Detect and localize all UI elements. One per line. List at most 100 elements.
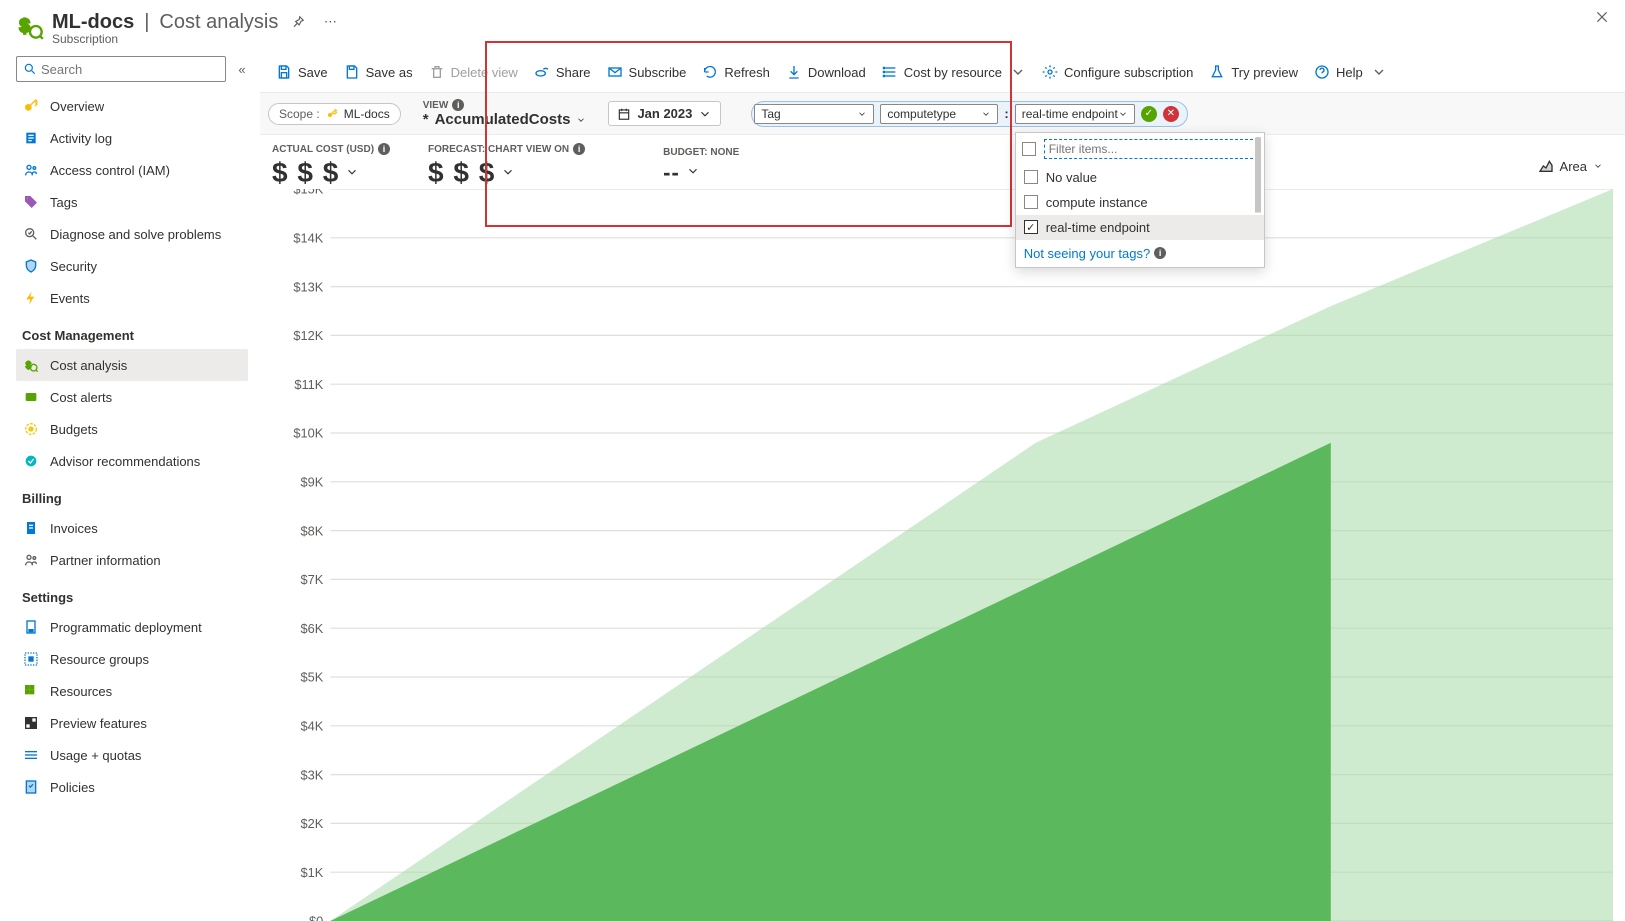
- actual-cost-label: ACTUAL COST (USD): [272, 144, 374, 155]
- invoice-icon: [22, 519, 40, 537]
- filter-key-select[interactable]: computetype: [880, 104, 998, 124]
- dropdown-item[interactable]: No value: [1016, 165, 1264, 190]
- sidebar-item[interactable]: $Cost analysis: [16, 349, 248, 381]
- svg-text:$11K: $11K: [294, 377, 323, 392]
- view-bar: Scope : ML-docs VIEWi *AccumulatedCosts …: [260, 92, 1625, 135]
- share-icon: [534, 64, 550, 80]
- page-title: Cost analysis: [159, 11, 278, 34]
- save-button[interactable]: Save: [268, 60, 336, 84]
- filter-value-select[interactable]: real-time endpoint: [1015, 104, 1135, 124]
- sidebar-item[interactable]: Resource groups: [16, 643, 248, 675]
- sidebar-item[interactable]: Access control (IAM): [16, 154, 248, 186]
- dropdown-scrollbar[interactable]: [1254, 137, 1262, 263]
- save-icon: [276, 64, 292, 80]
- sidebar-item-label: Advisor recommendations: [50, 454, 200, 469]
- filter-remove-icon[interactable]: ✕: [1163, 106, 1179, 122]
- info-icon: i: [1154, 247, 1166, 259]
- delete-view-button: Delete view: [421, 60, 526, 84]
- close-icon[interactable]: [1595, 10, 1609, 29]
- shield-icon: [22, 257, 40, 275]
- dropdown-item[interactable]: real-time endpoint: [1016, 215, 1264, 240]
- sidebar-item[interactable]: Usage + quotas: [16, 739, 248, 771]
- sidebar-item[interactable]: Resources: [16, 675, 248, 707]
- select-all-checkbox[interactable]: [1022, 142, 1036, 156]
- sidebar-item[interactable]: Activity log: [16, 122, 248, 154]
- scope-pill[interactable]: Scope : ML-docs: [268, 103, 401, 125]
- sidebar-item[interactable]: Diagnose and solve problems: [16, 218, 248, 250]
- sidebar-item[interactable]: Policies: [16, 771, 248, 803]
- budget-icon: [22, 420, 40, 438]
- share-button[interactable]: Share: [526, 60, 599, 84]
- info-icon[interactable]: i: [452, 99, 464, 111]
- checkbox[interactable]: [1024, 195, 1038, 209]
- more-icon[interactable]: ⋯: [318, 10, 342, 34]
- configure-subscription-button[interactable]: Configure subscription: [1034, 60, 1201, 84]
- refresh-icon: [702, 64, 718, 80]
- cost-analysis-logo-icon: $: [16, 12, 44, 40]
- chart-type-selector[interactable]: Area: [1538, 158, 1613, 174]
- deploy-icon: [22, 618, 40, 636]
- download-icon: [786, 64, 802, 80]
- sidebar-item[interactable]: Invoices: [16, 512, 248, 544]
- sidebar-item-label: Budgets: [50, 422, 98, 437]
- chevron-down-icon: [501, 165, 515, 179]
- sidebar-item-label: Cost analysis: [50, 358, 127, 373]
- sidebar-item[interactable]: $Cost alerts: [16, 381, 248, 413]
- svg-text:$12K: $12K: [293, 328, 323, 343]
- diag-icon: [22, 225, 40, 243]
- actual-cost-value[interactable]: $ $ $: [272, 157, 390, 189]
- sidebar-item[interactable]: Programmatic deployment: [16, 611, 248, 643]
- sidebar-item-label: Invoices: [50, 521, 98, 536]
- dropdown-item[interactable]: compute instance: [1016, 190, 1264, 215]
- sidebar-item-label: Access control (IAM): [50, 163, 170, 178]
- sidebar-item[interactable]: Preview features: [16, 707, 248, 739]
- sidebar-item[interactable]: Tags: [16, 186, 248, 218]
- sidebar-item-label: Partner information: [50, 553, 161, 568]
- sidebar-search[interactable]: [16, 56, 226, 82]
- date-range-button[interactable]: Jan 2023: [608, 101, 721, 126]
- svg-text:$: $: [29, 394, 33, 401]
- view-selector[interactable]: *AccumulatedCosts: [423, 111, 587, 128]
- info-icon[interactable]: i: [573, 143, 585, 155]
- checkbox[interactable]: [1024, 220, 1038, 234]
- list-icon: [882, 64, 898, 80]
- save-as-button[interactable]: Save as: [336, 60, 421, 84]
- sidebar-search-input[interactable]: [41, 62, 219, 77]
- svg-text:$13K: $13K: [293, 279, 323, 294]
- try-preview-button[interactable]: Try preview: [1201, 60, 1306, 84]
- dropdown-item-label: real-time endpoint: [1046, 220, 1150, 235]
- iam-icon: [22, 161, 40, 179]
- checkbox[interactable]: [1024, 170, 1038, 184]
- filter-confirm-icon[interactable]: ✓: [1141, 106, 1157, 122]
- sidebar-item[interactable]: Partner information: [16, 544, 248, 576]
- svg-text:$3K: $3K: [301, 767, 324, 782]
- sidebar-item-label: Events: [50, 291, 90, 306]
- sidebar-item[interactable]: Security: [16, 250, 248, 282]
- svg-text:$9K: $9K: [301, 474, 324, 489]
- refresh-button[interactable]: Refresh: [694, 60, 778, 84]
- sidebar-item[interactable]: Budgets: [16, 413, 248, 445]
- budget-value[interactable]: --: [663, 160, 739, 186]
- budget-label: BUDGET: NONE: [663, 147, 739, 158]
- chevron-down-icon: [686, 164, 700, 178]
- pin-icon[interactable]: [286, 10, 310, 34]
- dropdown-filter-input[interactable]: [1044, 139, 1258, 159]
- collapse-sidebar-icon[interactable]: «: [232, 59, 252, 79]
- cost-by-resource-button[interactable]: Cost by resource: [874, 60, 1034, 84]
- not-seeing-tags-link[interactable]: Not seeing your tags?i: [1016, 240, 1264, 267]
- sidebar-item-label: Diagnose and solve problems: [50, 227, 221, 242]
- chevron-down-icon: [1010, 64, 1026, 80]
- subscribe-button[interactable]: Subscribe: [599, 60, 695, 84]
- info-icon[interactable]: i: [378, 143, 390, 155]
- filter-dimension-select[interactable]: Tag: [754, 104, 874, 124]
- help-button[interactable]: Help: [1306, 60, 1395, 84]
- download-button[interactable]: Download: [778, 60, 874, 84]
- sidebar-item[interactable]: Events: [16, 282, 248, 314]
- chevron-down-icon: [576, 115, 586, 125]
- chevron-down-icon: [1118, 109, 1128, 119]
- sidebar-item[interactable]: Advisor recommendations: [16, 445, 248, 477]
- key-icon: [326, 108, 338, 120]
- forecast-value[interactable]: $ $ $: [428, 157, 585, 189]
- sidebar-item[interactable]: Overview: [16, 90, 248, 122]
- usage-icon: [22, 746, 40, 764]
